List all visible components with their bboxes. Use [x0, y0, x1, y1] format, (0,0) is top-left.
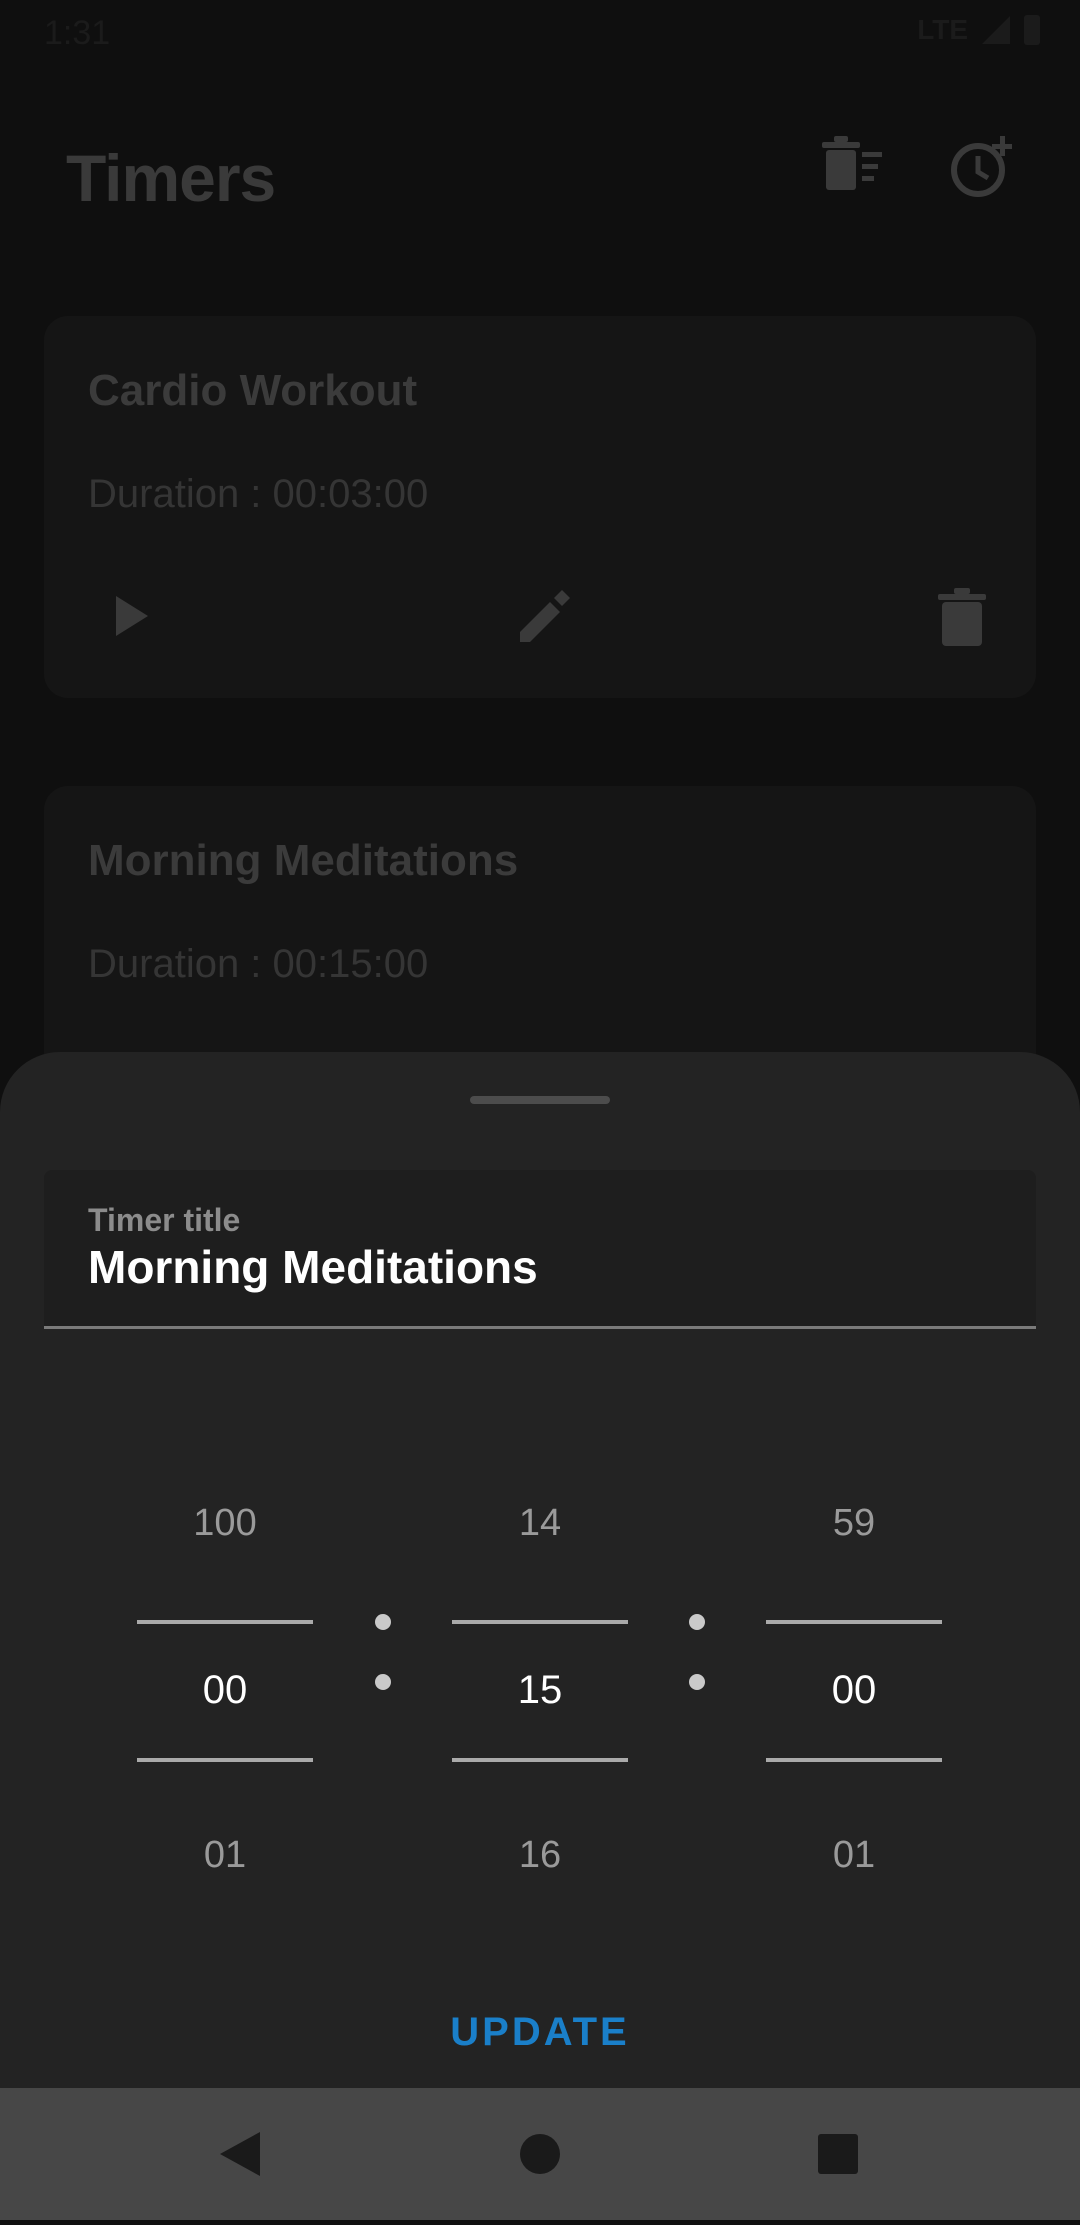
time-separator [375, 1614, 391, 1694]
system-nav-bar [0, 2088, 1080, 2220]
field-value[interactable]: Morning Meditations [88, 1240, 538, 1294]
edit-icon[interactable] [512, 588, 572, 653]
picker-prev-value[interactable]: 14 [452, 1502, 628, 1545]
picker-next-value[interactable]: 01 [766, 1834, 942, 1877]
signal-icon [982, 16, 1010, 44]
status-bar: 1:31 LTE [0, 0, 1080, 66]
timer-duration: Duration : 00:15:00 [88, 942, 429, 986]
picker-next-value[interactable]: 16 [452, 1834, 628, 1877]
play-icon[interactable] [104, 588, 160, 649]
timer-title-field[interactable]: Timer title Morning Meditations [44, 1170, 1036, 1329]
picker-divider [766, 1620, 942, 1624]
picker-next-value[interactable]: 01 [137, 1834, 313, 1877]
picker-prev-value[interactable]: 59 [766, 1502, 942, 1545]
picker-divider [137, 1758, 313, 1762]
status-icons: LTE [917, 14, 1040, 46]
picker-divider [452, 1620, 628, 1624]
home-icon[interactable] [480, 2088, 600, 2220]
field-label: Timer title [88, 1202, 241, 1238]
time-separator [689, 1614, 705, 1694]
drag-handle[interactable] [470, 1096, 610, 1104]
edit-timer-sheet: Timer title Morning Meditations 100 00 0… [0, 1052, 1080, 2088]
timer-title: Cardio Workout [88, 366, 418, 415]
delete-all-icon[interactable] [818, 132, 888, 207]
picker-prev-value[interactable]: 100 [137, 1502, 313, 1545]
timer-title: Morning Meditations [88, 836, 519, 885]
picker-current-value[interactable]: 15 [452, 1668, 628, 1713]
status-time: 1:31 [44, 14, 111, 52]
back-icon[interactable] [180, 2088, 300, 2220]
add-alarm-icon[interactable] [948, 132, 1018, 207]
picker-divider [452, 1758, 628, 1762]
seconds-picker[interactable]: 59 00 01 [766, 1442, 942, 1882]
delete-icon[interactable] [934, 588, 990, 653]
picker-divider [137, 1620, 313, 1624]
picker-current-value[interactable]: 00 [766, 1668, 942, 1713]
network-type: LTE [917, 14, 968, 45]
timer-duration: Duration : 00:03:00 [88, 472, 429, 516]
picker-current-value[interactable]: 00 [137, 1668, 313, 1713]
timer-card[interactable]: Cardio Workout Duration : 00:03:00 [44, 316, 1036, 698]
recents-icon[interactable] [778, 2088, 898, 2220]
page-title: Timers [66, 141, 276, 215]
hours-picker[interactable]: 100 00 01 [137, 1442, 313, 1882]
update-button[interactable]: UPDATE [390, 1992, 690, 2072]
battery-icon [1024, 15, 1040, 45]
picker-divider [766, 1758, 942, 1762]
minutes-picker[interactable]: 14 15 16 [452, 1442, 628, 1882]
